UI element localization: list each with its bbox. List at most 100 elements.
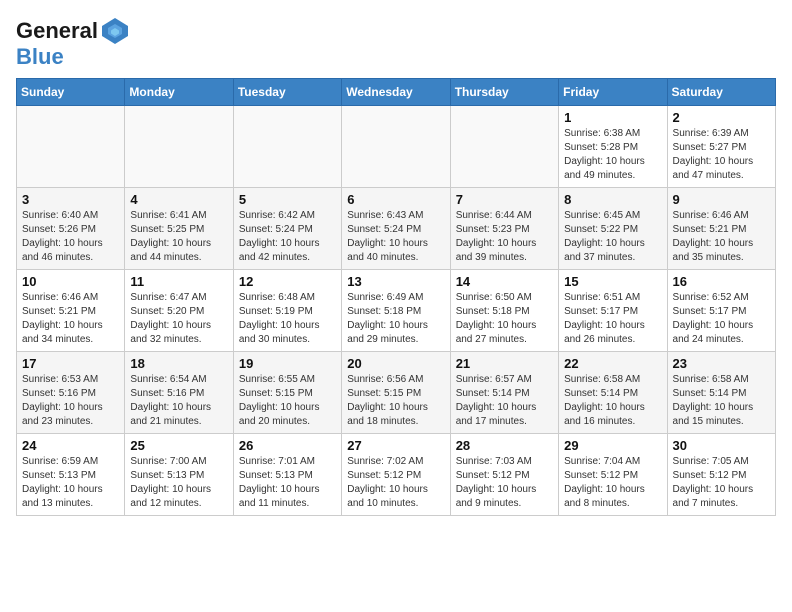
day-info: Sunrise: 6:46 AM Sunset: 5:21 PM Dayligh… xyxy=(22,291,119,347)
day-info: Sunrise: 6:55 AM Sunset: 5:15 PM Dayligh… xyxy=(239,373,336,429)
day-number: 16 xyxy=(673,274,770,289)
day-number: 5 xyxy=(239,192,336,207)
page-header: General Blue xyxy=(16,16,776,70)
weekday-header-cell: Wednesday xyxy=(342,79,450,106)
day-info: Sunrise: 6:58 AM Sunset: 5:14 PM Dayligh… xyxy=(564,373,661,429)
logo-icon xyxy=(100,16,130,46)
calendar-week-row: 10 Sunrise: 6:46 AM Sunset: 5:21 PM Dayli… xyxy=(17,270,776,352)
calendar-cell: 11 Sunrise: 6:47 AM Sunset: 5:20 PM Dayli… xyxy=(125,270,233,352)
day-info: Sunrise: 6:48 AM Sunset: 5:19 PM Dayligh… xyxy=(239,291,336,347)
calendar-cell xyxy=(17,106,125,188)
day-info: Sunrise: 7:05 AM Sunset: 5:12 PM Dayligh… xyxy=(673,455,770,511)
calendar-cell xyxy=(125,106,233,188)
day-number: 1 xyxy=(564,110,661,125)
calendar-body: 1 Sunrise: 6:38 AM Sunset: 5:28 PM Daylig… xyxy=(17,106,776,516)
calendar-cell: 21 Sunrise: 6:57 AM Sunset: 5:14 PM Dayli… xyxy=(450,352,558,434)
day-number: 18 xyxy=(130,356,227,371)
weekday-header-cell: Tuesday xyxy=(233,79,341,106)
day-number: 23 xyxy=(673,356,770,371)
day-info: Sunrise: 6:58 AM Sunset: 5:14 PM Dayligh… xyxy=(673,373,770,429)
calendar-week-row: 1 Sunrise: 6:38 AM Sunset: 5:28 PM Daylig… xyxy=(17,106,776,188)
day-info: Sunrise: 6:42 AM Sunset: 5:24 PM Dayligh… xyxy=(239,209,336,265)
day-info: Sunrise: 6:51 AM Sunset: 5:17 PM Dayligh… xyxy=(564,291,661,347)
weekday-header-cell: Friday xyxy=(559,79,667,106)
day-number: 10 xyxy=(22,274,119,289)
day-info: Sunrise: 6:57 AM Sunset: 5:14 PM Dayligh… xyxy=(456,373,553,429)
day-info: Sunrise: 6:38 AM Sunset: 5:28 PM Dayligh… xyxy=(564,127,661,183)
day-number: 24 xyxy=(22,438,119,453)
calendar-cell: 7 Sunrise: 6:44 AM Sunset: 5:23 PM Daylig… xyxy=(450,188,558,270)
weekday-header-row: SundayMondayTuesdayWednesdayThursdayFrid… xyxy=(17,79,776,106)
logo-general: General xyxy=(16,18,98,44)
day-number: 6 xyxy=(347,192,444,207)
day-number: 27 xyxy=(347,438,444,453)
day-info: Sunrise: 6:50 AM Sunset: 5:18 PM Dayligh… xyxy=(456,291,553,347)
day-number: 22 xyxy=(564,356,661,371)
day-info: Sunrise: 6:44 AM Sunset: 5:23 PM Dayligh… xyxy=(456,209,553,265)
calendar-cell: 24 Sunrise: 6:59 AM Sunset: 5:13 PM Dayli… xyxy=(17,434,125,516)
weekday-header-cell: Thursday xyxy=(450,79,558,106)
calendar-cell xyxy=(450,106,558,188)
day-number: 7 xyxy=(456,192,553,207)
day-info: Sunrise: 6:45 AM Sunset: 5:22 PM Dayligh… xyxy=(564,209,661,265)
calendar-cell: 4Sunrise: 6:41 AM Sunset: 5:25 PM Daylig… xyxy=(125,188,233,270)
calendar-cell: 28 Sunrise: 7:03 AM Sunset: 5:12 PM Dayli… xyxy=(450,434,558,516)
logo-blue: Blue xyxy=(16,44,130,70)
calendar-cell: 8Sunrise: 6:45 AM Sunset: 5:22 PM Daylig… xyxy=(559,188,667,270)
calendar-week-row: 3Sunrise: 6:40 AM Sunset: 5:26 PM Daylig… xyxy=(17,188,776,270)
calendar-cell: 15Sunrise: 6:51 AM Sunset: 5:17 PM Dayli… xyxy=(559,270,667,352)
day-number: 25 xyxy=(130,438,227,453)
calendar-cell: 19 Sunrise: 6:55 AM Sunset: 5:15 PM Dayli… xyxy=(233,352,341,434)
calendar-cell: 25Sunrise: 7:00 AM Sunset: 5:13 PM Dayli… xyxy=(125,434,233,516)
calendar-cell: 20Sunrise: 6:56 AM Sunset: 5:15 PM Dayli… xyxy=(342,352,450,434)
calendar-cell: 18 Sunrise: 6:54 AM Sunset: 5:16 PM Dayli… xyxy=(125,352,233,434)
day-info: Sunrise: 6:56 AM Sunset: 5:15 PM Dayligh… xyxy=(347,373,444,429)
day-number: 11 xyxy=(130,274,227,289)
calendar-cell: 2 Sunrise: 6:39 AM Sunset: 5:27 PM Daylig… xyxy=(667,106,775,188)
day-number: 2 xyxy=(673,110,770,125)
day-info: Sunrise: 7:02 AM Sunset: 5:12 PM Dayligh… xyxy=(347,455,444,511)
weekday-header-cell: Saturday xyxy=(667,79,775,106)
calendar-cell: 23 Sunrise: 6:58 AM Sunset: 5:14 PM Dayli… xyxy=(667,352,775,434)
calendar-cell: 27 Sunrise: 7:02 AM Sunset: 5:12 PM Dayli… xyxy=(342,434,450,516)
day-number: 26 xyxy=(239,438,336,453)
calendar-cell: 3Sunrise: 6:40 AM Sunset: 5:26 PM Daylig… xyxy=(17,188,125,270)
day-number: 19 xyxy=(239,356,336,371)
calendar-cell: 17 Sunrise: 6:53 AM Sunset: 5:16 PM Dayli… xyxy=(17,352,125,434)
day-info: Sunrise: 7:04 AM Sunset: 5:12 PM Dayligh… xyxy=(564,455,661,511)
calendar-cell: 13Sunrise: 6:49 AM Sunset: 5:18 PM Dayli… xyxy=(342,270,450,352)
calendar-cell: 16Sunrise: 6:52 AM Sunset: 5:17 PM Dayli… xyxy=(667,270,775,352)
calendar-cell: 14Sunrise: 6:50 AM Sunset: 5:18 PM Dayli… xyxy=(450,270,558,352)
day-number: 29 xyxy=(564,438,661,453)
day-number: 17 xyxy=(22,356,119,371)
calendar-cell: 9 Sunrise: 6:46 AM Sunset: 5:21 PM Daylig… xyxy=(667,188,775,270)
logo-container: General Blue xyxy=(16,16,130,70)
calendar-cell: 1 Sunrise: 6:38 AM Sunset: 5:28 PM Daylig… xyxy=(559,106,667,188)
day-info: Sunrise: 6:39 AM Sunset: 5:27 PM Dayligh… xyxy=(673,127,770,183)
day-number: 28 xyxy=(456,438,553,453)
day-info: Sunrise: 6:54 AM Sunset: 5:16 PM Dayligh… xyxy=(130,373,227,429)
calendar-cell: 10 Sunrise: 6:46 AM Sunset: 5:21 PM Dayli… xyxy=(17,270,125,352)
day-info: Sunrise: 6:43 AM Sunset: 5:24 PM Dayligh… xyxy=(347,209,444,265)
day-info: Sunrise: 7:03 AM Sunset: 5:12 PM Dayligh… xyxy=(456,455,553,511)
day-info: Sunrise: 6:47 AM Sunset: 5:20 PM Dayligh… xyxy=(130,291,227,347)
calendar-table: SundayMondayTuesdayWednesdayThursdayFrid… xyxy=(16,78,776,516)
day-info: Sunrise: 6:53 AM Sunset: 5:16 PM Dayligh… xyxy=(22,373,119,429)
day-number: 4 xyxy=(130,192,227,207)
day-info: Sunrise: 6:59 AM Sunset: 5:13 PM Dayligh… xyxy=(22,455,119,511)
calendar-cell: 5 Sunrise: 6:42 AM Sunset: 5:24 PM Daylig… xyxy=(233,188,341,270)
calendar-cell: 6 Sunrise: 6:43 AM Sunset: 5:24 PM Daylig… xyxy=(342,188,450,270)
calendar-cell: 12 Sunrise: 6:48 AM Sunset: 5:19 PM Dayli… xyxy=(233,270,341,352)
day-info: Sunrise: 6:49 AM Sunset: 5:18 PM Dayligh… xyxy=(347,291,444,347)
day-info: Sunrise: 6:46 AM Sunset: 5:21 PM Dayligh… xyxy=(673,209,770,265)
day-info: Sunrise: 6:40 AM Sunset: 5:26 PM Dayligh… xyxy=(22,209,119,265)
day-number: 30 xyxy=(673,438,770,453)
weekday-header-cell: Sunday xyxy=(17,79,125,106)
calendar-cell xyxy=(233,106,341,188)
day-number: 9 xyxy=(673,192,770,207)
logo: General Blue xyxy=(16,16,130,70)
day-info: Sunrise: 7:01 AM Sunset: 5:13 PM Dayligh… xyxy=(239,455,336,511)
day-number: 21 xyxy=(456,356,553,371)
calendar-cell: 26 Sunrise: 7:01 AM Sunset: 5:13 PM Dayli… xyxy=(233,434,341,516)
day-number: 12 xyxy=(239,274,336,289)
